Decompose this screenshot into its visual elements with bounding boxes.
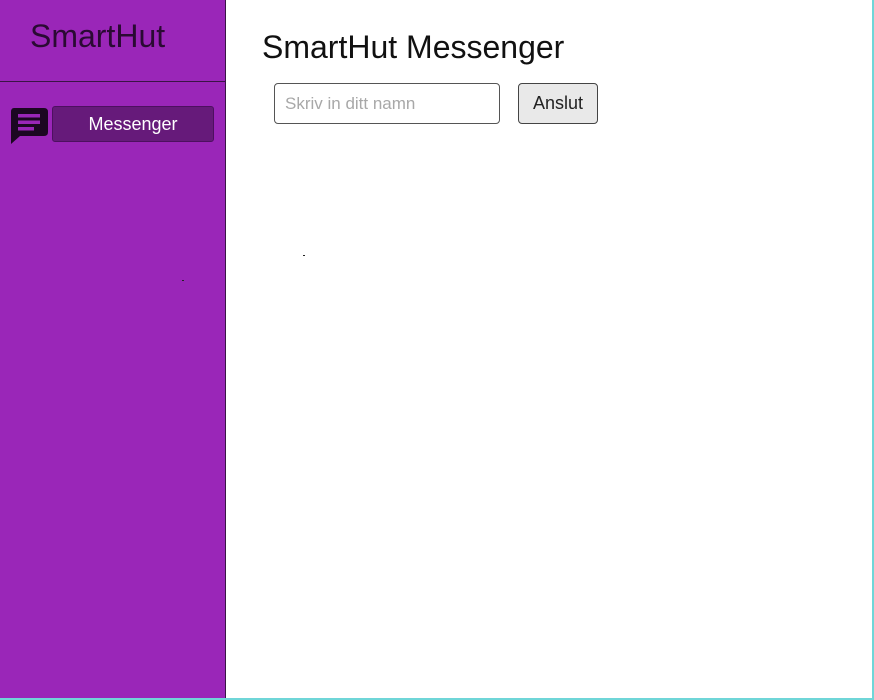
stray-pixel xyxy=(182,280,184,281)
page-title: SmartHut Messenger xyxy=(262,29,565,65)
sidebar-item-messenger[interactable]: Messenger xyxy=(10,106,214,144)
sidebar: SmartHut Messenger xyxy=(0,0,226,698)
sidebar-item-label[interactable]: Messenger xyxy=(52,106,214,142)
brand-title: SmartHut xyxy=(30,18,166,54)
chat-icon[interactable] xyxy=(10,106,48,146)
name-input[interactable] xyxy=(274,83,500,124)
sidebar-brand-area: SmartHut xyxy=(0,0,225,82)
app-window: SmartHut Messenger SmartHut Messenger An… xyxy=(0,0,874,700)
connect-button[interactable]: Anslut xyxy=(518,83,598,124)
stray-pixel xyxy=(303,255,305,256)
